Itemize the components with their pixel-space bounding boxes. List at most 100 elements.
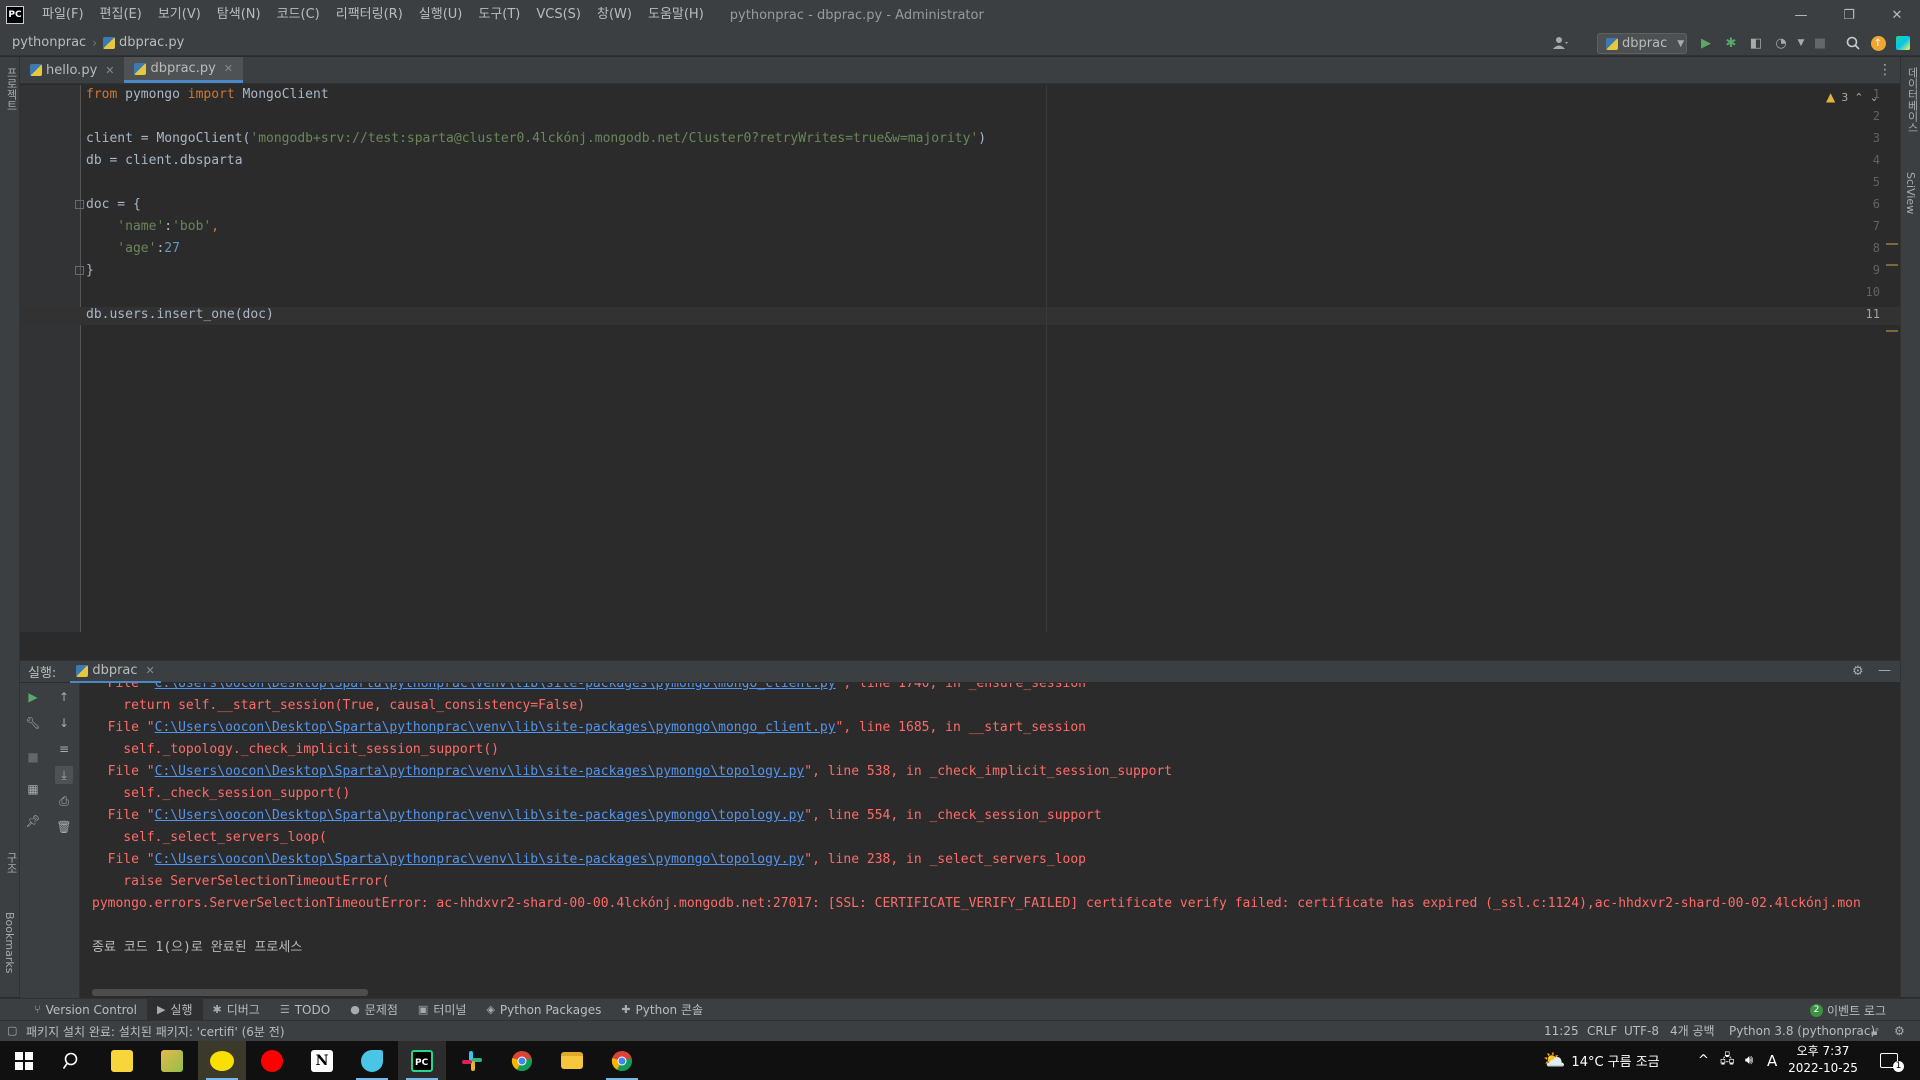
pycharm-taskbar-icon[interactable]: PC bbox=[398, 1041, 446, 1080]
gear-icon[interactable]: ⚙ bbox=[1852, 664, 1864, 679]
chevron-down-icon[interactable]: ⌄ bbox=[1869, 91, 1878, 104]
start-button[interactable] bbox=[0, 1041, 48, 1080]
close-button[interactable]: ✕ bbox=[1874, 0, 1920, 30]
code-editor[interactable] bbox=[82, 85, 1900, 632]
search-icon[interactable] bbox=[1844, 34, 1862, 52]
menu-tools[interactable]: 도구(T) bbox=[470, 0, 528, 30]
tool-run[interactable]: ▶ 실행 bbox=[146, 998, 203, 1021]
youtube-music-icon[interactable] bbox=[248, 1041, 296, 1080]
tool-python-console[interactable]: ✚ Python 콘솔 bbox=[611, 999, 713, 1021]
python-interpreter[interactable]: Python 3.8 (pythonprac) bbox=[1729, 1021, 1875, 1042]
fold-marker-icon[interactable] bbox=[75, 266, 84, 275]
network-icon[interactable]: 🖧︎ bbox=[1720, 1041, 1735, 1080]
soft-wrap-icon[interactable]: ≡ bbox=[55, 740, 73, 758]
status-message[interactable]: 패키지 설치 완료: 설치된 패키지: 'certifi' (6분 전) bbox=[26, 1023, 285, 1040]
run-console[interactable]: File "C:\Users\oocon\Desktop\Sparta\pyth… bbox=[80, 683, 1900, 998]
arrow-up-icon[interactable]: ↑ bbox=[55, 688, 73, 706]
run-with-coverage-icon[interactable]: ◧ bbox=[1747, 34, 1765, 52]
indent-setting[interactable]: 4개 공백 bbox=[1670, 1021, 1715, 1042]
file-link[interactable]: C:\Users\oocon\Desktop\Sparta\pythonprac… bbox=[155, 764, 805, 779]
event-log-button[interactable]: 2 이벤트 로그 bbox=[1810, 999, 1886, 1021]
error-stripe-mark[interactable] bbox=[1886, 243, 1898, 245]
scroll-to-end-icon[interactable]: ⤓ bbox=[55, 766, 73, 784]
kakaotalk-icon[interactable] bbox=[198, 1041, 246, 1080]
weather-widget[interactable]: ⛅ 14°C 구름 조금 bbox=[1543, 1041, 1660, 1080]
lock-icon[interactable]: 🔓︎ bbox=[1871, 1021, 1879, 1042]
file-explorer-icon[interactable] bbox=[548, 1041, 596, 1080]
update-icon[interactable]: ↑ bbox=[1869, 34, 1887, 52]
menu-view[interactable]: 보기(V) bbox=[150, 0, 209, 30]
tab-hello-py[interactable]: hello.py ✕ bbox=[20, 57, 124, 83]
run-tab-dbprac[interactable]: dbprac ✕ bbox=[70, 661, 161, 683]
clock[interactable]: 오후 7:37 2022-10-25 bbox=[1778, 1043, 1868, 1077]
file-link[interactable]: C:\Users\oocon\Desktop\Sparta\pythonprac… bbox=[155, 720, 836, 735]
chevron-up-icon[interactable]: ⌃ bbox=[1854, 91, 1863, 104]
fold-marker-icon[interactable] bbox=[75, 200, 84, 209]
notion-icon[interactable]: N bbox=[298, 1041, 346, 1080]
stop-icon[interactable]: ■ bbox=[1811, 34, 1829, 52]
file-link[interactable]: C:\Users\oocon\Desktop\Sparta\pythonprac… bbox=[155, 808, 805, 823]
arrow-down-icon[interactable]: ↓ bbox=[55, 714, 73, 732]
tab-options-icon[interactable]: ⋮ bbox=[1878, 62, 1892, 78]
show-hidden-icons-icon[interactable]: ^ bbox=[1698, 1041, 1709, 1080]
database-tool-button[interactable]: 데이터베이스 bbox=[1904, 67, 1920, 133]
profile-icon[interactable]: ◔ bbox=[1772, 34, 1790, 52]
image-viewer-icon[interactable] bbox=[148, 1041, 196, 1080]
settings-icon[interactable]: ⚙ bbox=[1894, 1021, 1905, 1042]
menu-help[interactable]: 도움말(H) bbox=[640, 0, 712, 30]
rerun-icon[interactable]: ▶ bbox=[24, 688, 42, 706]
project-tool-button[interactable]: 프로젝트 bbox=[3, 67, 19, 111]
close-icon[interactable]: ✕ bbox=[224, 62, 233, 75]
stop-icon[interactable]: ■ bbox=[24, 748, 42, 766]
close-icon[interactable]: ✕ bbox=[105, 64, 114, 77]
structure-tool-button[interactable]: 구조 bbox=[3, 852, 19, 874]
menu-window[interactable]: 창(W) bbox=[589, 0, 640, 30]
print-icon[interactable]: ⎙ bbox=[55, 792, 73, 810]
breadcrumb-project[interactable]: pythonprac bbox=[12, 35, 86, 50]
ime-indicator[interactable]: A bbox=[1767, 1041, 1777, 1080]
bookmarks-tool-button[interactable]: Bookmarks bbox=[3, 912, 16, 973]
menu-run[interactable]: 실행(U) bbox=[411, 0, 471, 30]
run-configuration-select[interactable]: dbprac ▼ bbox=[1597, 33, 1687, 54]
horizontal-scrollbar[interactable] bbox=[92, 989, 368, 996]
minimize-panel-icon[interactable]: — bbox=[1878, 663, 1891, 678]
menu-file[interactable]: 파일(F) bbox=[34, 0, 92, 30]
sciview-tool-button[interactable]: SciView bbox=[1904, 172, 1917, 214]
tab-dbprac-py[interactable]: dbprac.py ✕ bbox=[124, 57, 243, 83]
jetbrains-toolbox-icon[interactable] bbox=[1894, 34, 1912, 52]
inspection-widget[interactable]: ▲ 3 ⌃ ⌄ bbox=[1826, 90, 1879, 104]
layout-toggle-icon[interactable]: ▢ bbox=[7, 1024, 17, 1037]
volume-icon[interactable]: 🔊︎ bbox=[1745, 1041, 1753, 1080]
tool-todo[interactable]: ☰ TODO bbox=[270, 999, 340, 1021]
layout-icon[interactable]: ▦ bbox=[24, 780, 42, 798]
bird-app-icon[interactable] bbox=[348, 1041, 396, 1080]
menu-refactor[interactable]: 리팩터링(R) bbox=[328, 0, 411, 30]
slack-icon[interactable] bbox=[448, 1041, 496, 1080]
tool-terminal[interactable]: ▣ 터미널 bbox=[408, 999, 477, 1021]
tool-python-packages[interactable]: ◈ Python Packages bbox=[476, 999, 611, 1021]
sticky-notes-icon[interactable] bbox=[98, 1041, 146, 1080]
menu-navigate[interactable]: 탐색(N) bbox=[209, 0, 269, 30]
search-taskbar-icon[interactable] bbox=[48, 1041, 96, 1080]
tool-version-control[interactable]: ⑂ Version Control bbox=[24, 999, 147, 1021]
trash-icon[interactable]: 🗑︎ bbox=[55, 818, 73, 836]
close-icon[interactable]: ✕ bbox=[146, 664, 155, 677]
menu-edit[interactable]: 편집(E) bbox=[92, 0, 150, 30]
menu-vcs[interactable]: VCS(S) bbox=[528, 0, 589, 30]
file-link[interactable]: C:\Users\oocon\Desktop\Sparta\pythonprac… bbox=[155, 852, 805, 867]
breadcrumb-file[interactable]: dbprac.py bbox=[103, 35, 184, 50]
debug-icon[interactable]: ✱ bbox=[1722, 34, 1740, 52]
caret-position[interactable]: 11:25 bbox=[1544, 1021, 1579, 1042]
wrench-icon[interactable]: 🔧︎ bbox=[24, 714, 42, 732]
error-stripe-mark[interactable] bbox=[1886, 330, 1898, 332]
pycharm-logo-icon[interactable]: PC bbox=[6, 6, 24, 24]
line-separator[interactable]: CRLF bbox=[1587, 1021, 1617, 1042]
menu-code[interactable]: 코드(C) bbox=[269, 0, 328, 30]
file-encoding[interactable]: UTF-8 bbox=[1624, 1021, 1659, 1042]
chrome-window-icon[interactable] bbox=[598, 1041, 646, 1080]
tool-problems[interactable]: ● 문제점 bbox=[340, 999, 408, 1021]
notification-center-icon[interactable]: 1 bbox=[1880, 1041, 1904, 1080]
chrome-icon[interactable] bbox=[498, 1041, 546, 1080]
minimize-button[interactable]: — bbox=[1778, 0, 1824, 30]
user-icon[interactable] bbox=[1552, 34, 1570, 52]
